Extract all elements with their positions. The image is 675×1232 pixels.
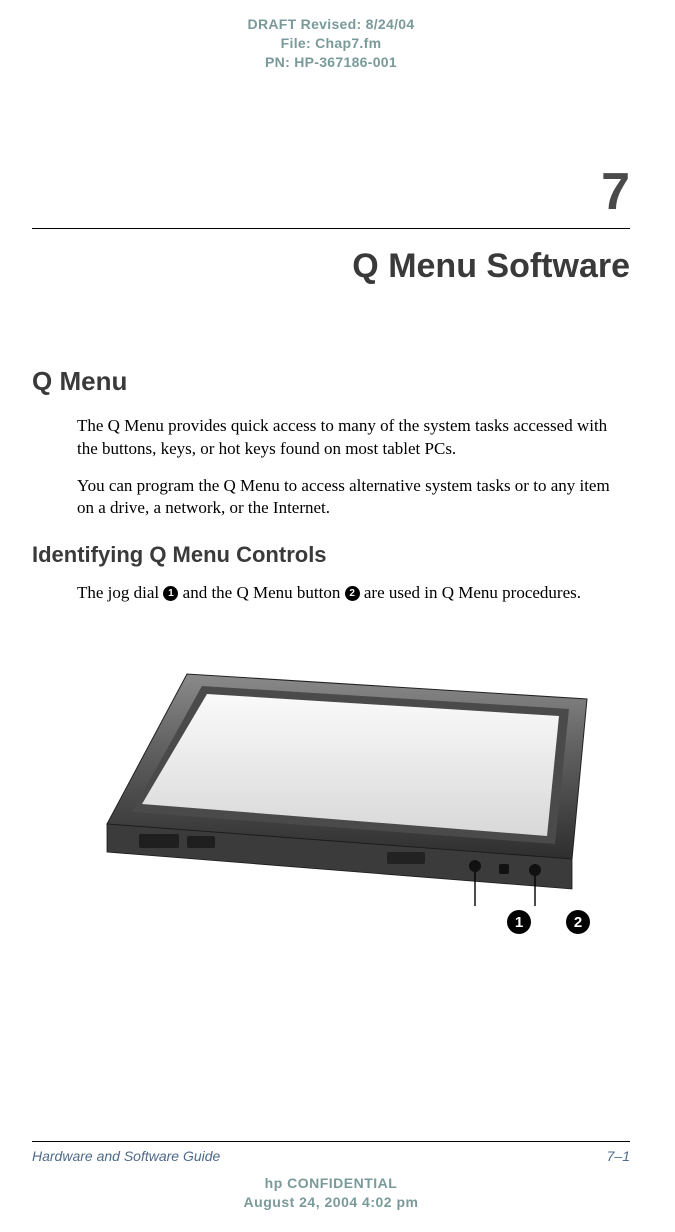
footer-date: August 24, 2004 4:02 pm bbox=[32, 1193, 630, 1212]
header-draft: DRAFT Revised: 8/24/04 bbox=[32, 15, 630, 34]
tablet-pc-figure: 1 2 bbox=[77, 644, 630, 924]
tablet-pc-illustration bbox=[77, 644, 597, 924]
chapter-number: 7 bbox=[32, 162, 630, 222]
section-q-menu-heading: Q Menu bbox=[32, 366, 630, 397]
header-pn: PN: HP-367186-001 bbox=[32, 53, 630, 72]
section-q-menu-p2: You can program the Q Menu to access alt… bbox=[77, 475, 630, 521]
section-controls-p1: The jog dial 1 and the Q Menu button 2 a… bbox=[77, 582, 630, 605]
chapter-title: Q Menu Software bbox=[32, 247, 630, 286]
footer-rule bbox=[32, 1141, 630, 1142]
header-file: File: Chap7.fm bbox=[32, 34, 630, 53]
header-metadata: DRAFT Revised: 8/24/04 File: Chap7.fm PN… bbox=[32, 15, 630, 72]
footer-guide-title: Hardware and Software Guide bbox=[32, 1148, 220, 1164]
callout-inline-2-icon: 2 bbox=[345, 586, 360, 601]
text-fragment: and the Q Menu button bbox=[178, 583, 344, 602]
figure-callouts: 1 2 bbox=[507, 910, 590, 934]
text-fragment: are used in Q Menu procedures. bbox=[360, 583, 581, 602]
callout-inline-1-icon: 1 bbox=[163, 586, 178, 601]
footer-line: Hardware and Software Guide 7–1 bbox=[32, 1148, 630, 1164]
footer-metadata: hp CONFIDENTIAL August 24, 2004 4:02 pm bbox=[32, 1174, 630, 1212]
callout-1-icon: 1 bbox=[507, 910, 531, 934]
footer-page-number: 7–1 bbox=[607, 1148, 630, 1164]
section-controls-heading: Identifying Q Menu Controls bbox=[32, 542, 630, 568]
section-q-menu-p1: The Q Menu provides quick access to many… bbox=[77, 415, 630, 461]
chapter-rule bbox=[32, 228, 630, 229]
footer-confidential: hp CONFIDENTIAL bbox=[32, 1174, 630, 1193]
text-fragment: The jog dial bbox=[77, 583, 163, 602]
callout-2-icon: 2 bbox=[566, 910, 590, 934]
